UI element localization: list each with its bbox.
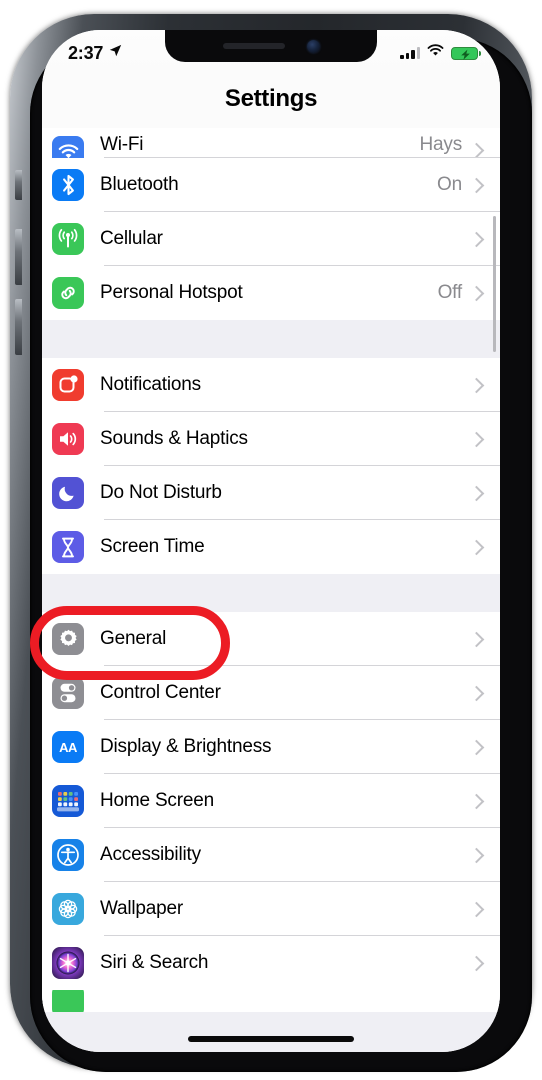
volume-down-button[interactable] — [15, 299, 22, 355]
chevron-right-icon — [468, 377, 485, 393]
chevron-right-icon — [468, 793, 485, 809]
status-bar-right — [400, 44, 482, 62]
navigation-bar: Settings — [42, 70, 500, 128]
speaker-icon — [52, 423, 84, 455]
settings-row-value: On — [437, 174, 462, 195]
mute-switch-button[interactable] — [15, 170, 22, 200]
settings-row-label: Siri & Search — [100, 952, 209, 973]
settings-row-cellular[interactable]: Cellular — [42, 212, 500, 266]
settings-row-label: Display & Brightness — [100, 736, 272, 757]
display-aa-icon: AA — [52, 731, 84, 763]
settings-row-sounds-haptics[interactable]: Sounds & Haptics — [42, 412, 500, 466]
settings-row-partial-below[interactable] — [42, 990, 500, 1012]
settings-group-alerts: Notifications Sounds & Haptics Do Not Dist… — [42, 358, 500, 574]
settings-row-label: Personal Hotspot — [100, 282, 243, 303]
settings-list-content: Wi-Fi Hays Bluetooth On Cellular Personal Hot… — [42, 128, 500, 1012]
settings-row-do-not-disturb[interactable]: Do Not Disturb — [42, 466, 500, 520]
moon-icon — [52, 477, 84, 509]
settings-row-screen-time[interactable]: Screen Time — [42, 520, 500, 574]
chevron-right-icon — [468, 539, 485, 555]
cellular-signal-icon — [400, 47, 420, 59]
cellular-antenna-icon — [52, 223, 84, 255]
home-screen-grid-icon — [52, 785, 84, 817]
toggles-icon — [52, 677, 84, 709]
settings-row-label: Accessibility — [100, 844, 201, 865]
status-bar-clock: 2:37 — [68, 42, 104, 63]
chevron-right-icon — [468, 955, 485, 971]
chevron-right-icon — [468, 685, 485, 701]
settings-row-siri-search[interactable]: Siri & Search — [42, 936, 500, 990]
settings-row-label: Bluetooth — [100, 174, 179, 195]
chevron-right-icon — [468, 739, 485, 755]
settings-row-label: Wi-Fi — [100, 134, 144, 155]
phone-screen: 2:37 Settings Wi-Fi Hays Bluetooth On Ce… — [42, 30, 500, 1052]
settings-row-value: Off — [437, 282, 463, 303]
location-arrow-icon — [109, 44, 122, 62]
accessibility-icon — [52, 839, 84, 871]
bluetooth-icon — [52, 169, 84, 201]
settings-row-label: Do Not Disturb — [100, 482, 222, 503]
hotspot-link-icon — [52, 277, 84, 309]
settings-row-bluetooth[interactable]: Bluetooth On — [42, 158, 500, 212]
wallpaper-flower-icon — [52, 893, 84, 925]
screenshot-scene: 2:37 Settings Wi-Fi Hays Bluetooth On Ce… — [0, 0, 542, 1080]
settings-row-value: Hays — [419, 134, 463, 155]
battery-charging-icon — [451, 46, 482, 60]
settings-row-control-center[interactable]: Control Center — [42, 666, 500, 720]
settings-list[interactable]: Wi-Fi Hays Bluetooth On Cellular Personal Hot… — [42, 128, 500, 1052]
settings-row-label: Control Center — [100, 682, 221, 703]
settings-row-label: General — [100, 628, 167, 649]
settings-row-label: Notifications — [100, 374, 201, 395]
chevron-right-icon — [468, 631, 485, 647]
settings-group-system: General Control Center AA Display & Brightn… — [42, 612, 500, 990]
display-notch — [165, 30, 377, 62]
chevron-right-icon — [468, 901, 485, 917]
chevron-right-icon — [468, 847, 485, 863]
status-bar-left: 2:37 — [68, 43, 122, 64]
settings-group-connectivity: Wi-Fi Hays Bluetooth On Cellular Personal Hot… — [42, 128, 500, 320]
settings-row-general[interactable]: General — [42, 612, 500, 666]
settings-row-label: Sounds & Haptics — [100, 428, 248, 449]
hourglass-icon — [52, 531, 84, 563]
wifi-icon — [427, 44, 444, 62]
front-camera-icon — [306, 39, 320, 53]
settings-row-label: Screen Time — [100, 536, 205, 557]
settings-group-gap — [42, 574, 500, 612]
volume-up-button[interactable] — [15, 229, 22, 285]
settings-row-notifications[interactable]: Notifications — [42, 358, 500, 412]
earpiece-speaker-icon — [222, 43, 285, 49]
chevron-right-icon — [468, 231, 485, 247]
settings-row-personal-hotspot[interactable]: Personal Hotspot Off — [42, 266, 500, 320]
settings-row-accessibility[interactable]: Accessibility — [42, 828, 500, 882]
partial-green-app-icon — [52, 990, 84, 1012]
settings-group-gap — [42, 320, 500, 358]
siri-orb-icon — [52, 947, 84, 979]
settings-row-display-brightness[interactable]: AA Display & Brightness — [42, 720, 500, 774]
chevron-right-icon — [468, 142, 485, 159]
page-title: Settings — [224, 85, 318, 112]
chevron-right-icon — [468, 177, 485, 193]
settings-row-wallpaper[interactable]: Wallpaper — [42, 882, 500, 936]
settings-row-wi-fi[interactable]: Wi-Fi Hays — [42, 128, 500, 168]
settings-row-label: Wallpaper — [100, 898, 184, 919]
chevron-right-icon — [468, 485, 485, 501]
chevron-right-icon — [468, 431, 485, 447]
chevron-right-icon — [468, 285, 485, 301]
gear-icon — [52, 623, 84, 655]
home-indicator-bar[interactable] — [188, 1036, 354, 1042]
settings-row-label: Cellular — [100, 228, 163, 249]
scrollbar-indicator[interactable] — [493, 216, 496, 352]
notifications-icon — [52, 369, 84, 401]
settings-row-home-screen[interactable]: Home Screen — [42, 774, 500, 828]
settings-row-label: Home Screen — [100, 790, 214, 811]
